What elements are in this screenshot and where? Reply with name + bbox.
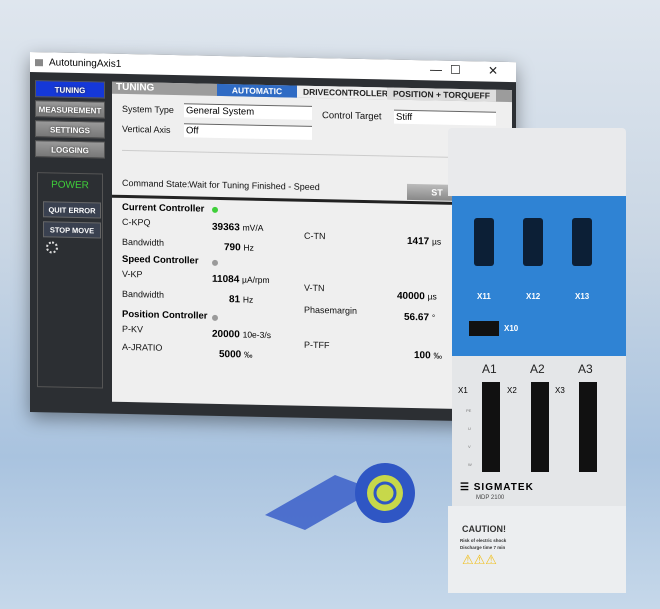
command-state-value: Wait for Tuning Finished - Speed <box>189 179 320 193</box>
position-status-led <box>212 314 218 321</box>
power-indicator: POWER <box>51 179 89 192</box>
warning-icons: ⚠⚠⚠ <box>462 552 497 567</box>
divider <box>122 149 502 159</box>
encoder-panel: X11 X12 X13 X10 <box>452 196 626 356</box>
pkv-label: P-KV <box>122 323 144 335</box>
caution-label: CAUTION! <box>462 524 506 534</box>
terminal-label: X3 <box>555 386 565 395</box>
pkv-value: 20000 10e-3/s <box>212 328 271 341</box>
control-panel: POWER QUIT ERROR STOP MOVE <box>37 172 103 389</box>
ajratio-label: A-JRATIO <box>122 341 163 353</box>
port-label: X11 <box>477 292 491 301</box>
warning-text: Risk of electric shock <box>460 538 507 543</box>
system-type-label: System Type <box>122 103 174 116</box>
refresh-icon[interactable] <box>46 241 58 254</box>
tab-position-torqueff[interactable]: POSITION + TORQUEFF <box>387 87 496 102</box>
sidebar-item-logging[interactable]: LOGGING <box>35 140 105 159</box>
warning-text: Discharge time 7 min <box>460 545 506 550</box>
vkp-value: 11084 µA/rpm <box>212 273 270 286</box>
terminal-block <box>482 382 500 472</box>
speed-status-led <box>212 259 218 266</box>
phasemargin-value: 56.67 ° <box>404 311 436 324</box>
app-icon <box>35 58 43 66</box>
sidebar-item-measurement[interactable]: MEASUREMENT <box>35 100 105 119</box>
ctn-value: 1417 µs <box>407 235 442 248</box>
caution-cover: CAUTION! Risk of electric shock Discharg… <box>448 506 626 593</box>
current-bandwidth-label: Bandwidth <box>122 236 165 248</box>
position-controller-title: Position Controller <box>122 308 208 322</box>
maximize-button[interactable]: ☐ <box>450 63 461 77</box>
port-label: X13 <box>575 292 590 301</box>
tab-drivecontroller[interactable]: DRIVECONTROLLER <box>297 85 394 100</box>
speed-bandwidth-label: Bandwidth <box>122 288 165 300</box>
power-terminals: A1 A2 A3 X1 X2 X3 PE U V W ☰ SIGMATEK MD… <box>452 356 626 506</box>
sidebar-item-tuning[interactable]: TUNING <box>35 80 105 99</box>
gear-power-icon <box>265 463 415 530</box>
pin-label: W <box>468 462 472 467</box>
device-top <box>448 128 626 196</box>
system-type-field[interactable]: General System <box>184 103 312 120</box>
tab-automatic[interactable]: AUTOMATIC <box>217 83 297 98</box>
port-label: X10 <box>504 324 519 333</box>
speed-bandwidth-value: 81 Hz <box>229 294 254 306</box>
port-x11 <box>474 218 494 266</box>
terminal-label: X2 <box>507 386 517 395</box>
vtn-value: 40000 µs <box>397 290 437 303</box>
current-bandwidth-value: 790 Hz <box>224 242 254 254</box>
ctn-label: C-TN <box>304 230 326 242</box>
ptff-value: 100 ‰ <box>414 350 442 362</box>
terminal-label: X1 <box>458 386 468 395</box>
axis-label: A3 <box>578 362 593 376</box>
title-bar: AutotuningAxis1 — ☐ ✕ <box>30 52 516 83</box>
speed-controller-title: Speed Controller <box>122 253 199 267</box>
pin-label: U <box>468 426 471 431</box>
control-target-field[interactable]: Stiff <box>394 109 496 126</box>
port-x12 <box>523 218 543 266</box>
pin-label: V <box>468 444 471 449</box>
stop-move-button[interactable]: STOP MOVE <box>43 221 101 239</box>
model-label: MDP 2100 <box>476 495 505 501</box>
command-state-label: Command State: <box>122 177 190 190</box>
pin-label: PE <box>466 408 472 413</box>
vkp-label: V-KP <box>122 268 143 280</box>
servo-drive-device: X11 X12 X13 X10 A1 A2 A3 X1 X2 X3 PE U V… <box>448 128 630 593</box>
ajratio-value: 5000 ‰ <box>219 348 253 361</box>
autotuning-window: AutotuningAxis1 — ☐ ✕ TUNING MEASUREMENT… <box>30 52 516 423</box>
port-x10 <box>469 321 499 336</box>
brand-logo: ☰ SIGMATEK <box>460 482 534 493</box>
axis-label: A1 <box>482 362 497 376</box>
terminal-block <box>531 382 549 472</box>
terminal-block <box>579 382 597 472</box>
phasemargin-label: Phasemargin <box>304 304 358 316</box>
close-button[interactable]: ✕ <box>488 64 498 78</box>
minimize-button[interactable]: — <box>430 62 442 76</box>
ckpq-value: 39363 mV/A <box>212 221 264 234</box>
window-title: AutotuningAxis1 <box>49 56 122 70</box>
port-x13 <box>572 218 592 266</box>
quit-error-button[interactable]: QUIT ERROR <box>43 201 101 219</box>
ckpq-label: C-KPQ <box>122 216 151 228</box>
current-status-led <box>212 206 218 213</box>
control-target-label: Control Target <box>322 110 382 123</box>
vertical-axis-label: Vertical Axis <box>122 123 171 135</box>
sidebar-item-settings[interactable]: SETTINGS <box>35 120 105 139</box>
ptff-label: P-TFF <box>304 339 330 351</box>
vtn-label: V-TN <box>304 282 325 294</box>
vertical-axis-field[interactable]: Off <box>184 123 312 140</box>
current-controller-title: Current Controller <box>122 201 205 215</box>
axis-label: A2 <box>530 362 545 376</box>
port-label: X12 <box>526 292 541 301</box>
